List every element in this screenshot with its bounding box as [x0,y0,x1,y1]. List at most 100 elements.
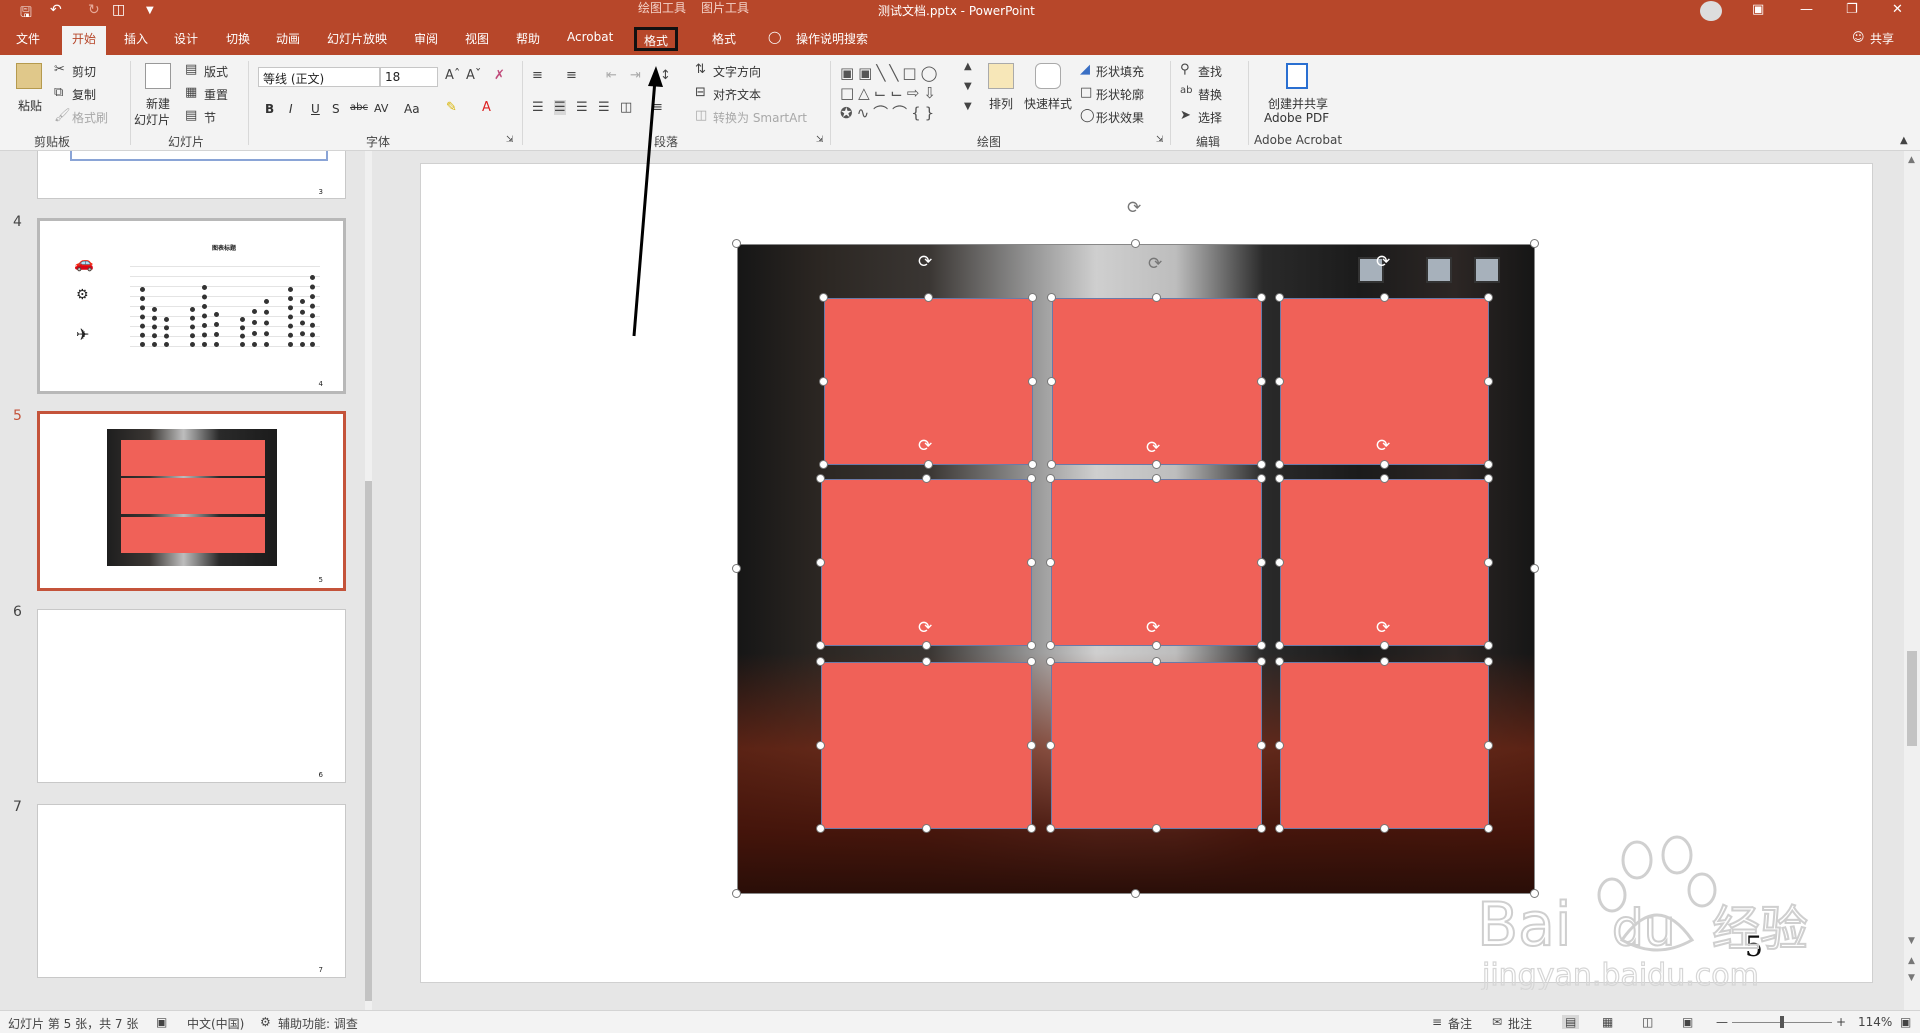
slide-thumbnail-3[interactable]: 3 [37,151,346,199]
shape-resize-handle[interactable] [1275,474,1284,483]
scroll-down-icon[interactable]: ▼ [1908,936,1915,946]
shape-resize-handle[interactable] [1151,657,1161,666]
rectangle-shape-8[interactable] [1051,662,1262,829]
shape-resize-handle[interactable] [1257,293,1266,302]
scroll-up-icon[interactable]: ▲ [1908,155,1915,165]
text-direction-button[interactable]: 文字方向 [713,63,761,80]
zoom-level[interactable]: 114% [1858,1015,1892,1029]
increase-font-icon[interactable]: Aˆ [445,68,460,83]
shapes-gallery[interactable]: ▣▣╲╲□◯ □△⌙⌙⇨⇩ ✪∿⌒⌒{} [840,63,978,127]
shape-resize-handle[interactable] [923,293,933,302]
shape-resize-handle[interactable] [921,474,931,483]
shape-resize-handle[interactable] [1275,740,1284,750]
cut-button[interactable]: 剪切 [72,63,96,80]
slideshow-view-icon[interactable]: ▣ [1682,1015,1693,1029]
rotate-handle-icon[interactable]: ⟳ [1146,618,1160,638]
shape-resize-handle[interactable] [1047,376,1056,386]
shape-resize-handle[interactable] [1047,293,1056,302]
format-painter-button[interactable]: 格式刷 [72,109,108,126]
decrease-indent-icon[interactable]: ⇤ [606,68,617,83]
tell-me-search[interactable]: 操作说明搜索 [796,30,868,47]
shape-resize-handle[interactable] [1257,474,1266,483]
create-pdf-label-1[interactable]: 创建并共享 [1268,95,1328,112]
shape-resize-handle[interactable] [816,824,825,833]
shape-resize-handle[interactable] [1257,460,1266,469]
highlight-icon[interactable]: ✎ [446,100,457,115]
shape-resize-handle[interactable] [1046,657,1055,666]
align-text-button[interactable]: 对齐文本 [713,86,761,103]
restore-icon[interactable]: ❐ [1846,2,1858,17]
canvas-scroll-thumb[interactable] [1907,651,1917,746]
new-slide-label[interactable]: 新建 [146,95,170,112]
shape-resize-handle[interactable] [1151,824,1161,833]
shape-resize-handle[interactable] [1484,641,1493,650]
rotate-handle-icon[interactable]: ⟳ [918,618,932,638]
zoom-slider-thumb[interactable] [1780,1016,1784,1028]
shape-resize-handle[interactable] [1028,460,1037,469]
resize-handle[interactable] [732,889,741,898]
shape-resize-handle[interactable] [1257,824,1266,833]
quick-styles-icon[interactable] [1035,63,1061,89]
zoom-in-icon[interactable]: + [1836,1015,1846,1029]
rotate-handle-icon[interactable]: ⟳ [1376,252,1390,272]
drawing-dialog-launcher-icon[interactable]: ⇲ [1156,135,1164,145]
shape-resize-handle[interactable] [1151,474,1161,483]
arrange-button[interactable]: 排列 [989,95,1013,112]
shape-resize-handle[interactable] [1379,824,1389,833]
arrange-icon[interactable] [988,63,1014,89]
tab-help[interactable]: 帮助 [516,30,540,47]
collapse-ribbon-icon[interactable]: ▲ [1900,135,1908,146]
shape-resize-handle[interactable] [1275,824,1284,833]
bullets-icon[interactable]: ≡ [532,68,543,83]
columns-icon[interactable]: ◫ [620,100,632,115]
gallery-down-icon[interactable]: ▼ [964,81,972,92]
align-center-icon[interactable]: ☰ [554,100,566,115]
shape-resize-handle[interactable] [1275,293,1284,302]
shape-effects-button[interactable]: 形状效果 [1096,109,1144,126]
shape-resize-handle[interactable] [1379,293,1389,302]
shape-resize-handle[interactable] [1046,474,1055,483]
replace-button[interactable]: 替换 [1198,86,1222,103]
align-right-icon[interactable]: ☰ [576,100,588,115]
shape-fill-button[interactable]: 形状填充 [1096,63,1144,80]
tab-file[interactable]: 文件 [16,30,40,47]
canvas-scrollbar[interactable]: ▲ ▼ ▲ ▼ [1904,151,1920,1010]
create-pdf-label-2[interactable]: Adobe PDF [1264,111,1329,125]
rotate-handle-icon[interactable]: ⟳ [918,252,932,272]
shape-resize-handle[interactable] [1028,293,1037,302]
clear-format-icon[interactable]: ✗ [494,68,505,83]
resize-handle[interactable] [1530,564,1539,573]
resize-handle[interactable] [1131,239,1140,248]
strikethrough-button[interactable]: abc [350,102,368,113]
shape-resize-handle[interactable] [921,641,931,650]
shape-resize-handle[interactable] [816,657,825,666]
shape-resize-handle[interactable] [1257,740,1266,750]
shape-resize-handle[interactable] [1027,641,1036,650]
font-size-combo[interactable]: 18 [380,67,438,87]
shape-resize-handle[interactable] [1027,740,1036,750]
shape-resize-handle[interactable] [1027,824,1036,833]
tab-animations[interactable]: 动画 [276,30,300,47]
ribbon-display-icon[interactable]: ▣ [1752,2,1764,17]
shape-resize-handle[interactable] [816,740,825,750]
shape-resize-handle[interactable] [1027,557,1036,567]
thumbnail-scroll-thumb[interactable] [365,481,372,1001]
reading-view-icon[interactable]: ◫ [1642,1015,1653,1029]
rotate-handle-icon[interactable]: ⟳ [1376,618,1390,638]
resize-handle[interactable] [732,239,741,248]
shape-resize-handle[interactable] [1027,657,1036,666]
shape-resize-handle[interactable] [816,557,825,567]
font-name-combo[interactable]: 等线 (正文) [258,67,380,87]
shape-resize-handle[interactable] [1275,657,1284,666]
tab-slideshow[interactable]: 幻灯片放映 [327,30,387,47]
shape-resize-handle[interactable] [1257,376,1266,386]
paragraph-menu-icon[interactable]: ≡ [652,100,663,115]
tab-acrobat[interactable]: Acrobat [567,30,613,44]
shape-resize-handle[interactable] [1484,376,1493,386]
shape-resize-handle[interactable] [1379,474,1389,483]
slide-thumbnail-5[interactable]: 5 [37,411,346,591]
layout-button[interactable]: 版式 [204,63,228,80]
resize-handle[interactable] [1530,239,1539,248]
shape-resize-handle[interactable] [923,460,933,469]
thumbnail-scrollbar[interactable] [365,151,372,1010]
